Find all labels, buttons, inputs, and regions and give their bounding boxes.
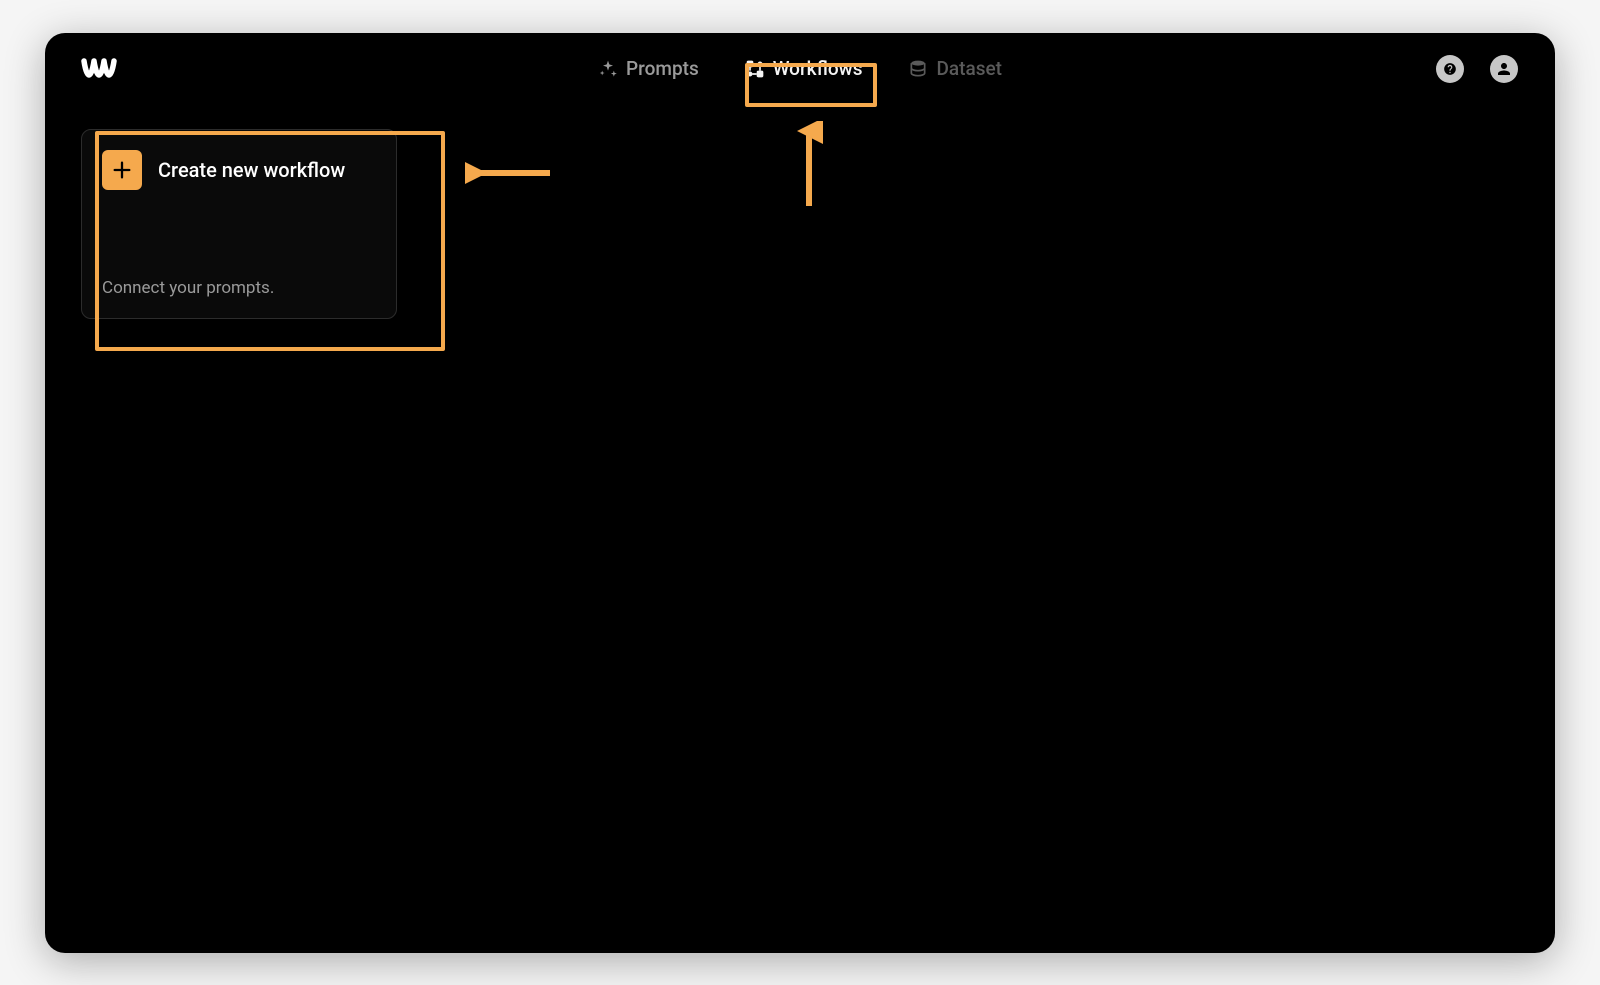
nav-tab-dataset[interactable]: Dataset xyxy=(894,49,1016,88)
card-title: Create new workflow xyxy=(158,158,345,182)
nav-tab-label: Prompts xyxy=(626,57,699,80)
card-header: Create new workflow xyxy=(102,150,376,190)
plus-icon xyxy=(111,159,133,181)
app-frame: Prompts Workflows xyxy=(45,33,1555,953)
app-logo[interactable] xyxy=(81,57,119,81)
help-icon xyxy=(1436,55,1464,83)
topbar-right xyxy=(1435,54,1519,84)
nav-tab-label: Dataset xyxy=(936,57,1002,80)
topbar: Prompts Workflows xyxy=(45,33,1555,105)
account-icon xyxy=(1490,55,1518,83)
nav-tab-workflows[interactable]: Workflows xyxy=(731,49,877,88)
nav-tabs: Prompts Workflows xyxy=(584,49,1016,88)
workflow-icon xyxy=(745,59,765,79)
account-button[interactable] xyxy=(1489,54,1519,84)
card-subtitle: Connect your prompts. xyxy=(102,278,376,298)
nav-tab-prompts[interactable]: Prompts xyxy=(584,49,713,88)
database-icon xyxy=(908,59,928,79)
help-button[interactable] xyxy=(1435,54,1465,84)
logo-icon xyxy=(81,57,119,81)
create-workflow-card[interactable]: Create new workflow Connect your prompts… xyxy=(81,129,397,319)
nav-tab-label: Workflows xyxy=(773,57,863,80)
sparkle-icon xyxy=(598,59,618,79)
content-area: Create new workflow Connect your prompts… xyxy=(45,105,1555,343)
plus-badge xyxy=(102,150,142,190)
